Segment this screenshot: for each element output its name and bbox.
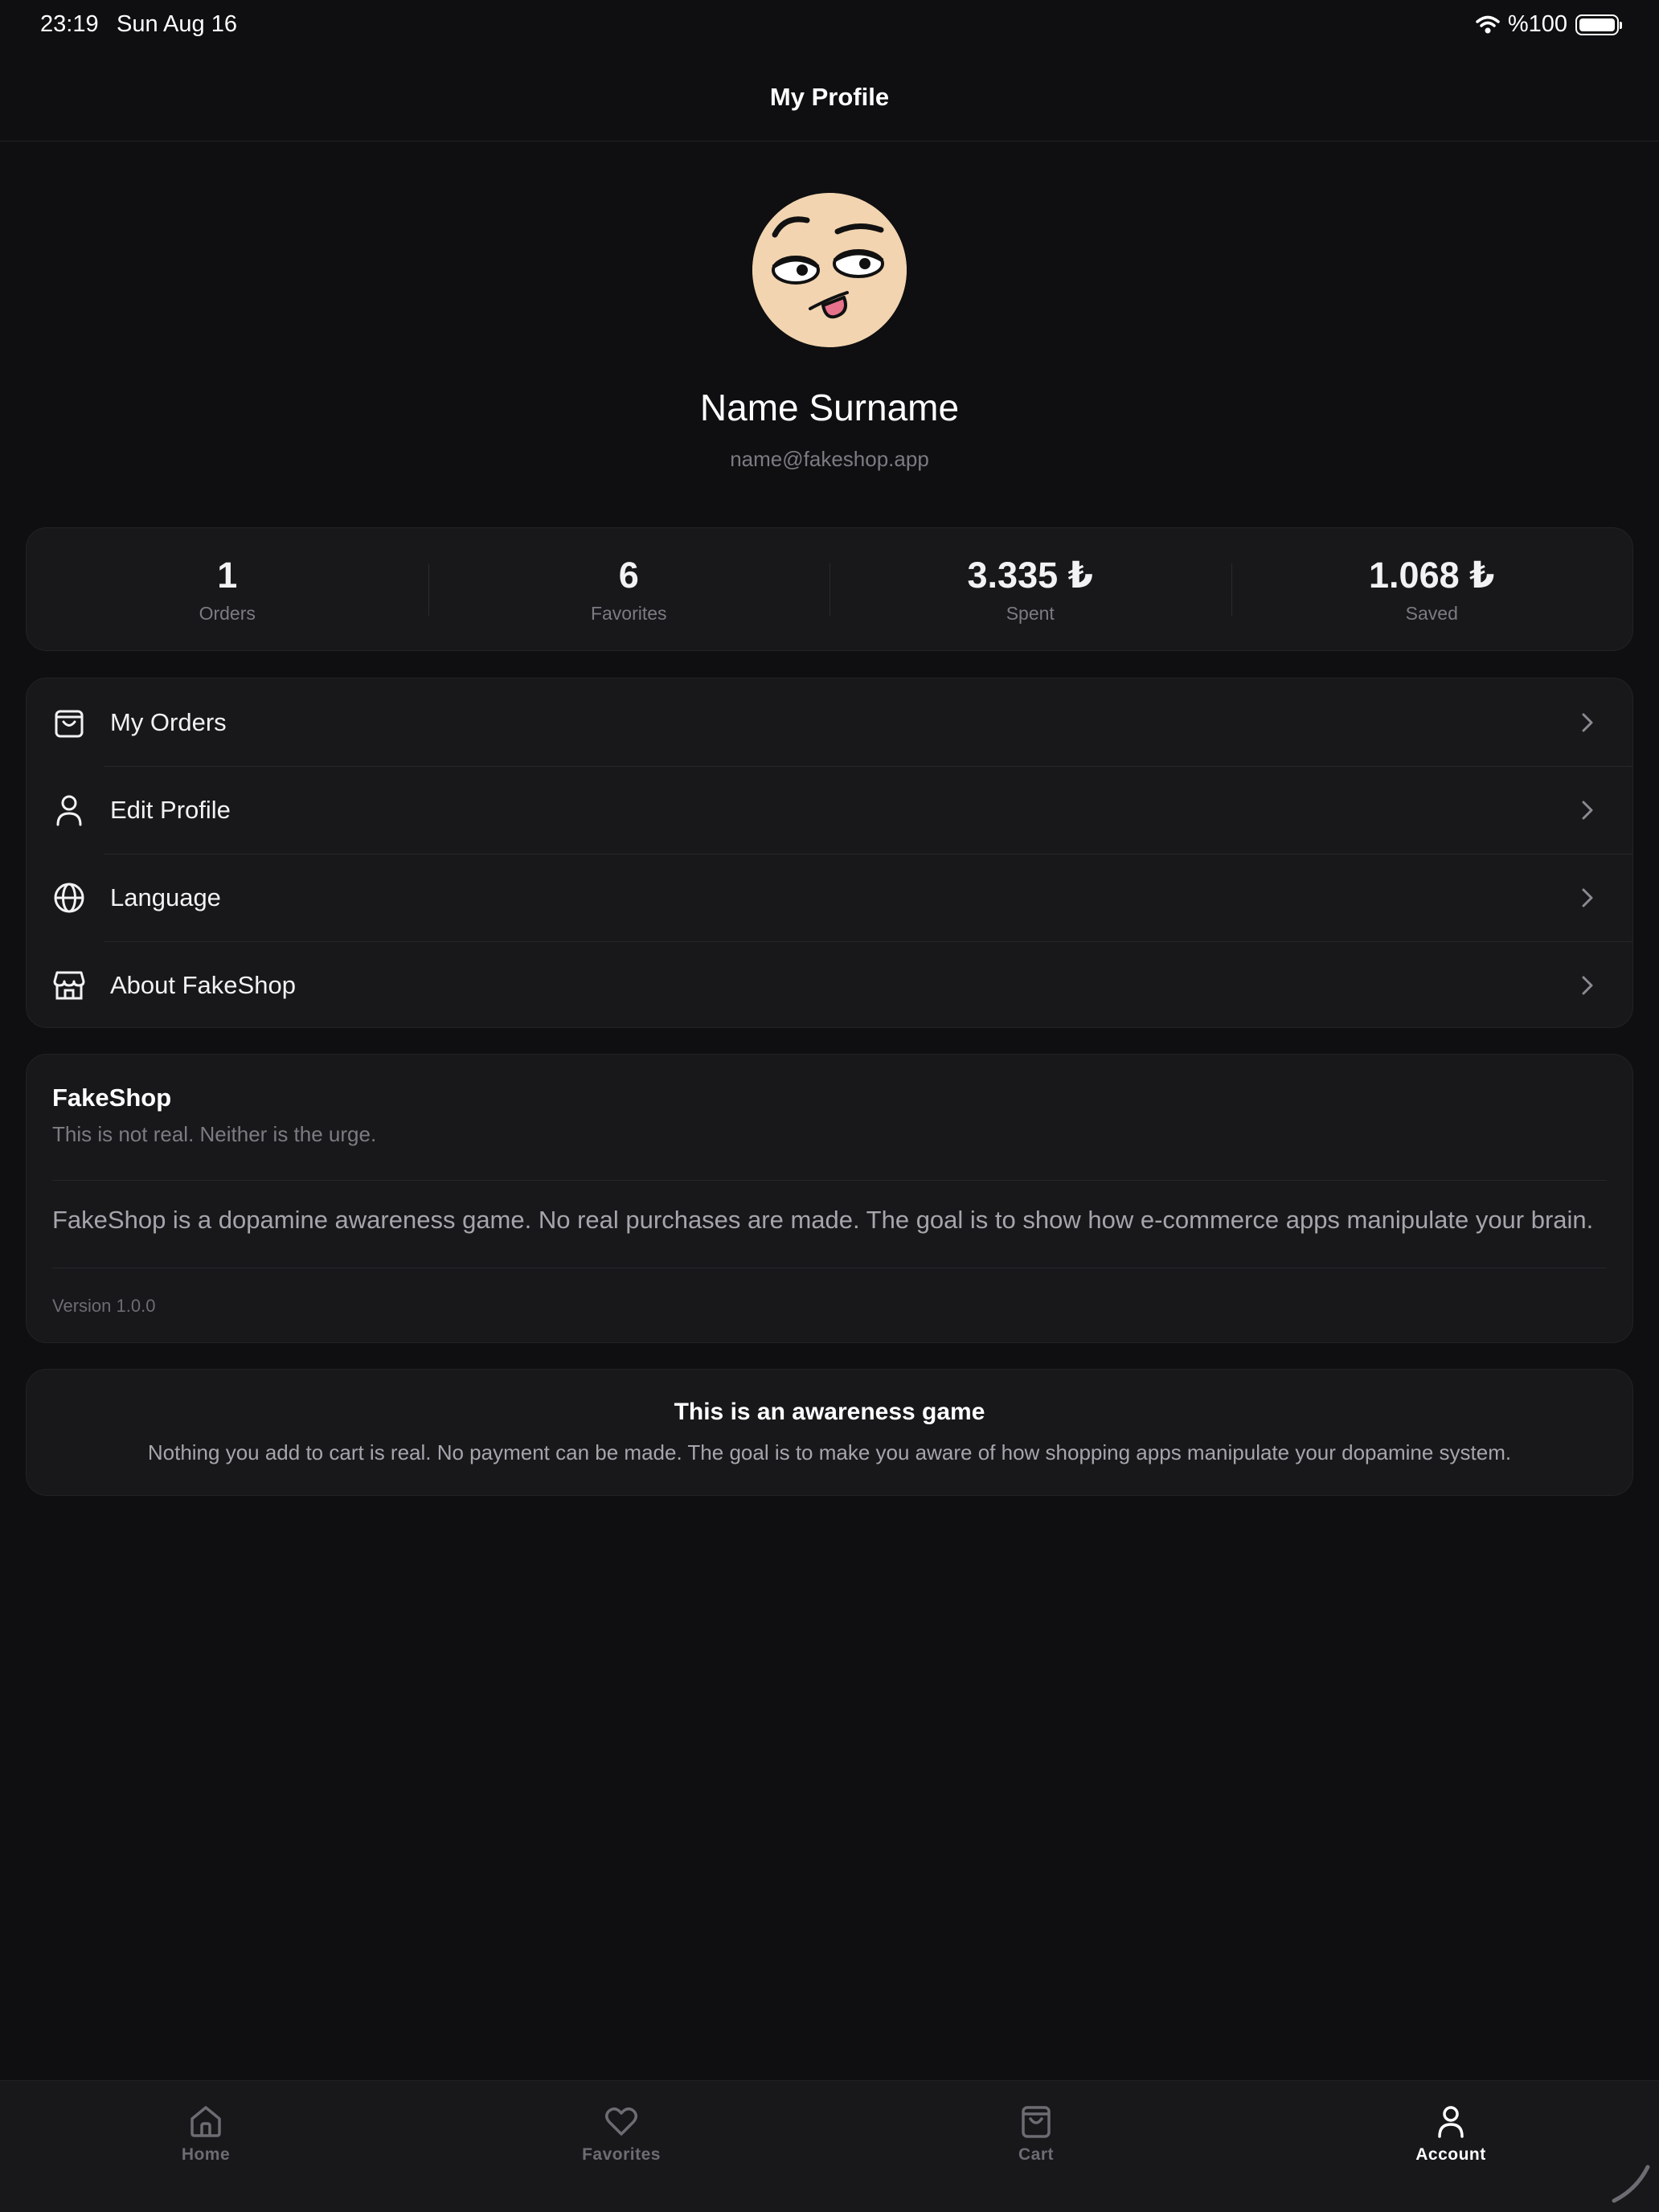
stat-value: 1 (217, 554, 238, 596)
menu-item-label: About FakeShop (110, 970, 296, 999)
avatar[interactable] (752, 193, 907, 347)
stat-label: Spent (1006, 603, 1055, 624)
chevron-right-icon (1582, 888, 1593, 907)
profile-name: Name Surname (699, 387, 960, 428)
avatar-face-illustration (752, 193, 907, 347)
profile-section: Name Surname name@fakeshop.app (0, 193, 1659, 472)
cart-bag-icon (1022, 2106, 1051, 2138)
menu-item-edit-profile[interactable]: Edit Profile (27, 766, 1632, 854)
app-version: Version 1.0.0 (52, 1296, 156, 1316)
divider (52, 1180, 1607, 1181)
settings-menu: My Orders Edit Profile Language About Fa… (26, 678, 1633, 1028)
tab-label: Home (181, 2145, 231, 2164)
tab-bar: Home Favorites Cart Account (0, 2080, 1659, 2212)
tab-cart[interactable]: Cart (972, 2103, 1100, 2165)
stat-spent: 3.335 ₺ Spent (830, 528, 1231, 650)
heart-icon (605, 2108, 637, 2136)
tab-favorites[interactable]: Favorites (557, 2103, 686, 2165)
home-indicator-icon (1612, 2165, 1650, 2203)
stat-label: Saved (1405, 603, 1458, 624)
globe-icon (52, 881, 86, 915)
status-time: 23:19 (40, 11, 99, 37)
stat-value: 3.335 ₺ (967, 555, 1093, 596)
battery-icon (1575, 14, 1622, 35)
page-title: My Profile (769, 82, 890, 111)
tab-home[interactable]: Home (141, 2103, 270, 2165)
tab-label: Cart (1018, 2145, 1054, 2164)
awareness-text: Nothing you add to cart is real. No paym… (147, 1440, 1512, 1464)
awareness-notice: This is an awareness game Nothing you ad… (26, 1369, 1633, 1496)
stat-value: 6 (618, 554, 639, 596)
user-icon (52, 793, 86, 827)
chevron-right-icon (1582, 801, 1593, 819)
chevron-right-icon (1582, 713, 1593, 731)
user-icon (1438, 2106, 1464, 2138)
menu-item-label: Edit Profile (110, 795, 231, 824)
stat-value: 1.068 ₺ (1369, 555, 1495, 596)
profile-screen: 23:19 Sun Aug 16 %100 My Profile Name Su… (0, 0, 1659, 2212)
stats-card: 1 Orders 6 Favorites 3.335 ₺ Spent 1.068… (26, 527, 1633, 651)
stat-orders: 1 Orders (27, 528, 428, 650)
navigation-header: My Profile (0, 53, 1659, 141)
stat-label: Orders (199, 602, 256, 624)
shopping-bag-icon (52, 706, 86, 739)
stat-label: Favorites (590, 602, 667, 624)
stat-saved: 1.068 ₺ Saved (1231, 528, 1633, 650)
store-icon (52, 969, 86, 1002)
tab-label: Account (1415, 2145, 1486, 2164)
status-indicators: %100 (1476, 11, 1622, 38)
app-name: FakeShop (52, 1083, 172, 1112)
menu-item-language[interactable]: Language (27, 854, 1632, 941)
app-tagline: This is not real. Neither is the urge. (52, 1122, 377, 1146)
tab-account[interactable]: Account (1387, 2103, 1515, 2165)
battery-percentage: %100 (1507, 11, 1567, 37)
status-bar: 23:19 Sun Aug 16 %100 (0, 0, 1659, 53)
profile-email: name@fakeshop.app (730, 447, 929, 471)
menu-item-about[interactable]: About FakeShop (27, 941, 1632, 1029)
app-info-card: FakeShop This is not real. Neither is th… (26, 1054, 1633, 1343)
menu-item-label: Language (110, 883, 221, 911)
wifi-icon (1476, 15, 1500, 33)
status-date: Sun Aug 16 (117, 11, 237, 37)
menu-item-label: My Orders (110, 707, 227, 736)
chevron-right-icon (1582, 976, 1593, 994)
app-description: FakeShop is a dopamine awareness game. N… (52, 1206, 1594, 1234)
menu-item-my-orders[interactable]: My Orders (27, 678, 1632, 766)
stat-favorites: 6 Favorites (428, 528, 830, 650)
awareness-title: This is an awareness game (674, 1399, 985, 1425)
tab-label: Favorites (582, 2145, 661, 2164)
home-icon (190, 2106, 221, 2137)
